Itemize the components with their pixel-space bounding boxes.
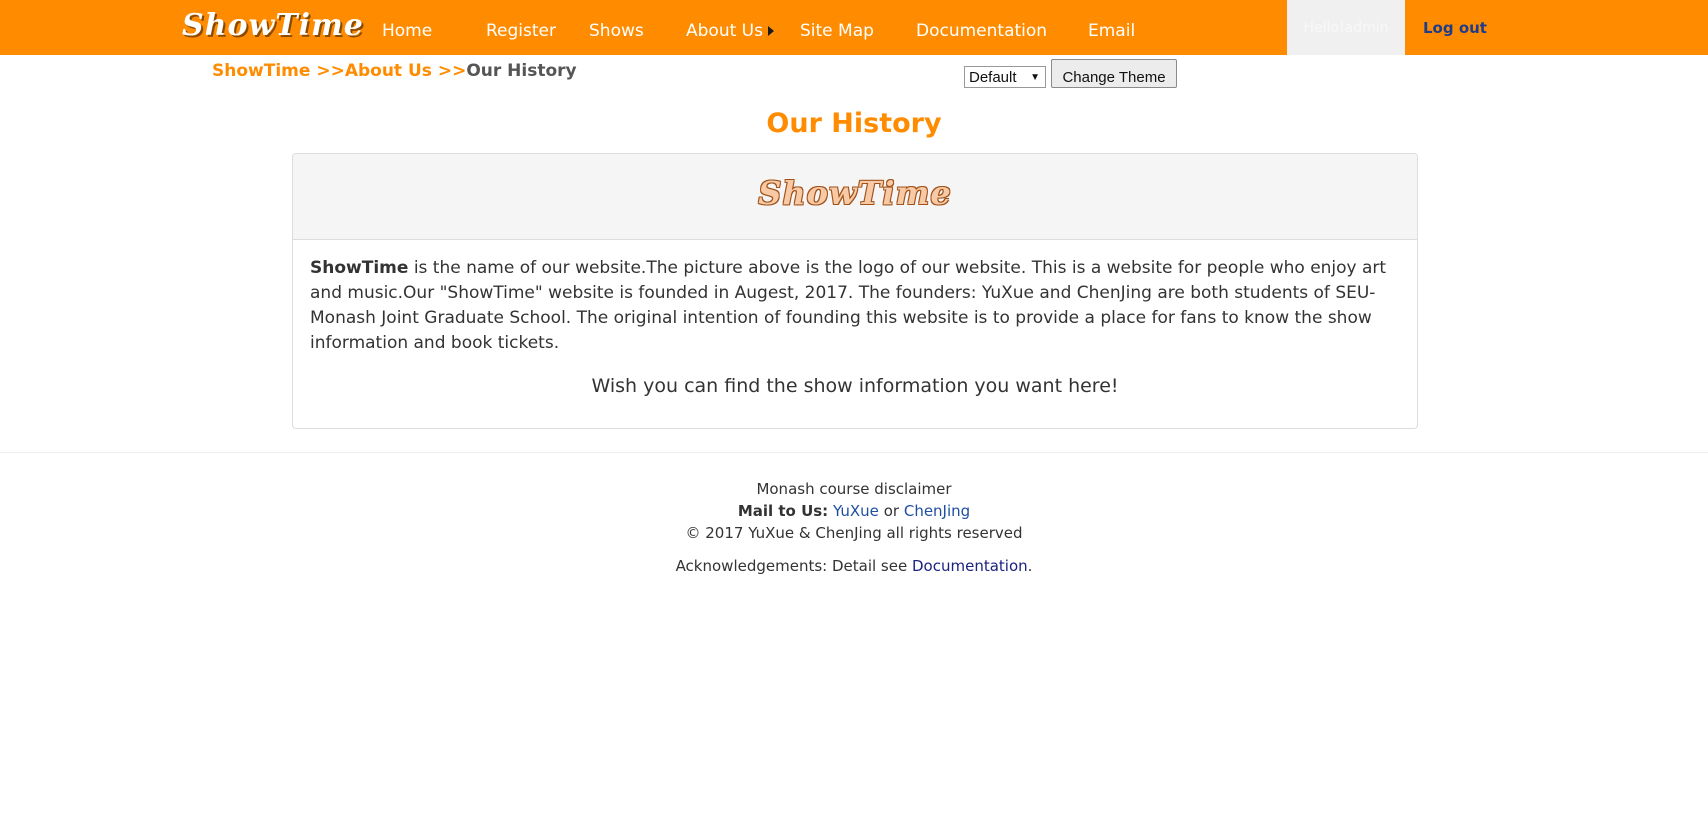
panel-body: ShowTime is the name of our website.The … [293,240,1417,415]
submenu-arrow-icon[interactable] [768,26,774,36]
history-paragraph: ShowTime is the name of our website.The … [310,256,1400,356]
history-text: is the name of our website.The picture a… [310,258,1387,353]
breadcrumb-separator: >> [437,61,467,81]
breadcrumb-about-us[interactable]: About Us [345,61,432,81]
footer-divider [0,452,1708,453]
breadcrumb-separator: >> [316,61,345,81]
change-theme-button[interactable]: Change Theme [1051,59,1177,88]
welcome-message: Wish you can find the show information y… [591,375,1119,397]
copyright-text: © 2017 YuXue & ChenJing all rights reser… [685,524,1023,542]
site-logo[interactable]: ShowTime [182,4,364,48]
site-name-bold: ShowTime [310,258,409,278]
theme-select-value: Default [969,69,1017,86]
user-greeting: Hello!admin [1287,0,1405,55]
breadcrumb-home[interactable]: ShowTime [212,61,310,81]
ack-prefix: Acknowledgements: Detail see [675,557,908,575]
page-title: Our History [766,108,942,139]
top-navbar: ShowTime Home Register Shows About Us Si… [0,0,1708,55]
mail-yuxue-link[interactable]: YuXue [833,502,879,520]
ack-documentation-link[interactable]: Documentation [912,557,1028,575]
footer: Monash course disclaimer Mail to Us: YuX… [0,478,1708,577]
showtime-logo-image: ShowTime [758,174,952,212]
nav-shows[interactable]: Shows [589,0,644,55]
mail-or-text: or [883,502,900,520]
nav-register[interactable]: Register [486,0,556,55]
history-panel: ShowTime ShowTime is the name of our web… [292,153,1418,429]
breadcrumb-current: Our History [466,61,577,81]
mail-line: Mail to Us: YuXue or ChenJing [0,500,1708,522]
nav-email[interactable]: Email [1088,0,1135,55]
nav-about-us[interactable]: About Us [686,0,763,55]
nav-site-map[interactable]: Site Map [800,0,874,55]
disclaimer-text: Monash course disclaimer [756,480,952,498]
dropdown-arrow-icon: ▼ [1030,72,1040,83]
mail-chenjing-link[interactable]: ChenJing [904,502,970,520]
panel-header: ShowTime [293,154,1417,240]
breadcrumb: ShowTime >>About Us >>Our History [212,61,577,81]
mail-label: Mail to Us: [737,502,829,520]
logout-link[interactable]: Log out [1423,0,1487,55]
nav-home[interactable]: Home [382,0,432,55]
ack-suffix: . [1027,557,1033,575]
theme-select[interactable]: Default ▼ [964,66,1046,88]
nav-documentation[interactable]: Documentation [916,0,1047,55]
acknowledgements-line: Acknowledgements: Detail see Documentati… [0,555,1708,577]
